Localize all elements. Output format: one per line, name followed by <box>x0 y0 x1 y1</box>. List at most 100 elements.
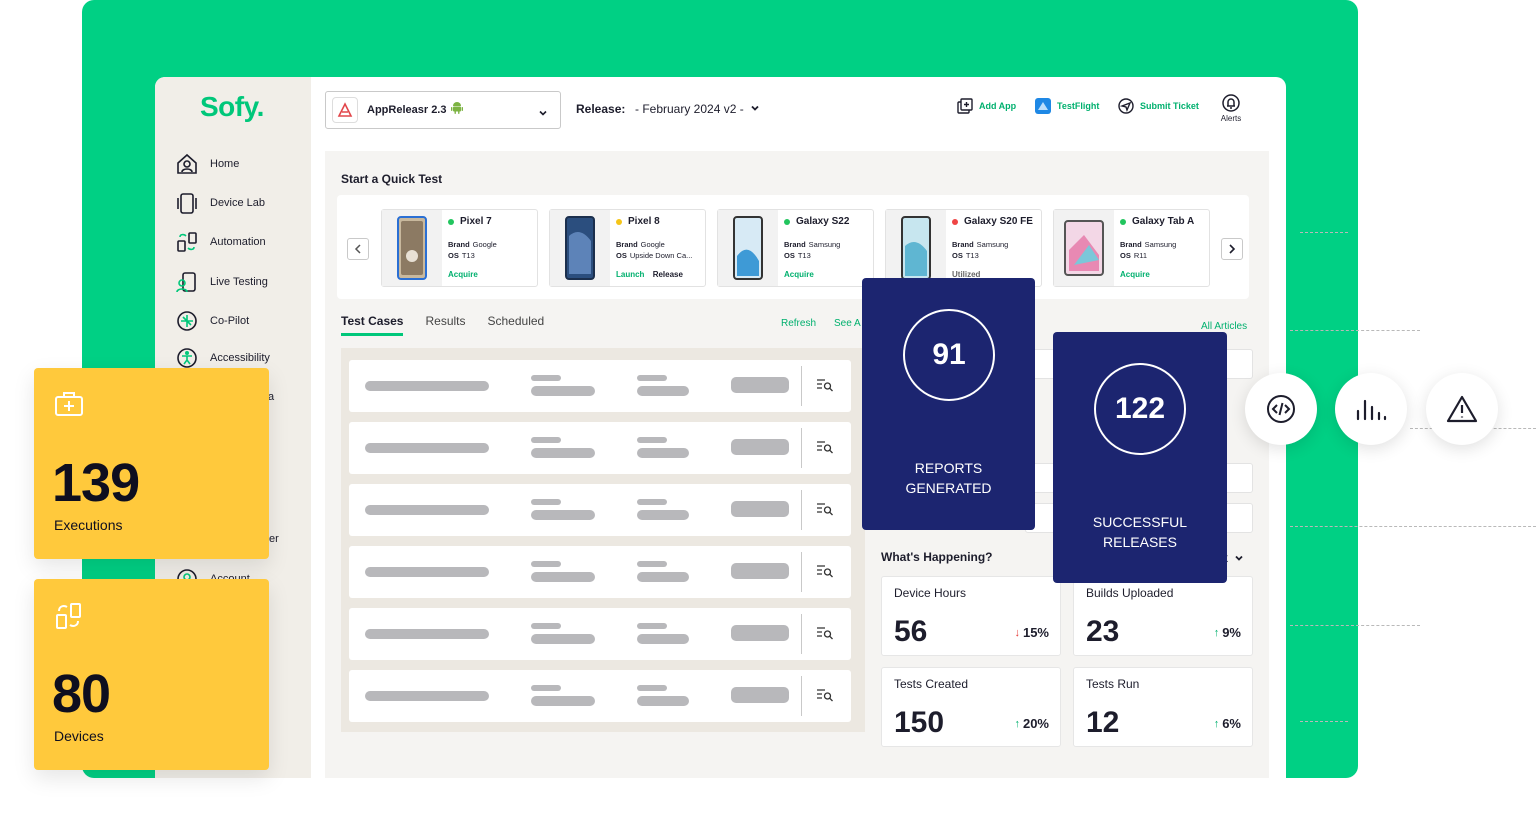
acquire-link[interactable]: Acquire <box>1120 270 1150 279</box>
app-selector-value: AppReleasr 2.3 <box>367 104 447 116</box>
table-row[interactable] <box>349 546 851 598</box>
view-details-icon[interactable] <box>816 502 834 516</box>
all-articles-link[interactable]: All Articles <box>1201 321 1247 332</box>
skeleton-bar <box>531 437 561 443</box>
sidebar-item-label: Home <box>210 158 240 170</box>
code-button[interactable] <box>1245 373 1317 445</box>
carousel-prev-button[interactable] <box>347 238 369 260</box>
view-details-icon[interactable] <box>816 688 834 702</box>
view-details-icon[interactable] <box>816 564 834 578</box>
sidebar-item-home[interactable]: Home <box>175 150 239 178</box>
carousel-next-button[interactable] <box>1221 238 1243 260</box>
add-app-icon <box>957 98 973 114</box>
device-card[interactable]: Pixel 8 Brand Google OS Upside Down Ca... … <box>549 209 706 287</box>
view-details-icon[interactable] <box>816 440 834 454</box>
skeleton-bar <box>531 561 561 567</box>
sidebar-item-device-lab[interactable]: Device Lab <box>175 189 265 217</box>
executions-label: Executions <box>54 517 123 533</box>
see-all-link[interactable]: See A <box>834 318 861 329</box>
skeleton-bar <box>531 572 595 582</box>
device-brand: Samsung <box>1144 240 1177 249</box>
decor-dash-line <box>1290 625 1420 626</box>
metric-change-value: 15% <box>1022 625 1049 640</box>
os-label: OS <box>952 251 963 260</box>
device-os: T13 <box>461 251 475 260</box>
app-selector-dropdown[interactable]: AppReleasr 2.3 <box>325 91 561 129</box>
metric-title: Tests Run <box>1086 677 1140 691</box>
metric-change: ↑ 20% <box>1014 716 1049 731</box>
decor-dash-line <box>1290 330 1420 331</box>
acquire-link[interactable]: Acquire <box>448 270 478 279</box>
analytics-button[interactable] <box>1335 373 1407 445</box>
sidebar-item-partial[interactable]: er <box>269 533 279 545</box>
skeleton-bar <box>637 561 667 567</box>
sidebar-item-label: Automation <box>210 236 266 248</box>
device-card[interactable]: Galaxy S20 FE Brand Samsung OS T13 Utilize… <box>885 209 1042 287</box>
testflight-button[interactable]: TestFlight <box>1035 98 1099 114</box>
sidebar-item-label: Device Lab <box>210 197 266 209</box>
refresh-link[interactable]: Refresh <box>781 318 816 329</box>
release-label: Release: <box>576 102 626 116</box>
skeleton-bar <box>637 448 689 458</box>
table-row[interactable] <box>349 608 851 660</box>
skeleton-bar <box>531 634 595 644</box>
device-card[interactable]: Pixel 7 Brand Google OS T13 Acquire <box>381 209 538 287</box>
skeleton-bar <box>531 623 561 629</box>
sidebar-item-live-testing[interactable]: Live Testing <box>175 268 268 296</box>
sidebar-item-co-pilot[interactable]: Co-Pilot <box>175 307 249 335</box>
table-row[interactable] <box>349 422 851 474</box>
testflight-icon <box>1035 98 1051 114</box>
metric-change-value: 6% <box>1222 716 1241 731</box>
brand-label: Brand <box>616 240 638 249</box>
table-row[interactable] <box>349 360 851 412</box>
tab-test-cases[interactable]: Test Cases <box>341 314 404 336</box>
add-app-label: Add App <box>979 101 1017 111</box>
device-card[interactable]: Galaxy S22 Brand Samsung OS T13 Acquire <box>717 209 874 287</box>
phone-image <box>886 210 946 286</box>
skeleton-bar <box>531 386 595 396</box>
sidebar-item-automation[interactable]: Automation <box>175 228 266 256</box>
sofy-logo[interactable]: Sofy. <box>200 91 264 123</box>
view-details-icon[interactable] <box>816 378 834 392</box>
reports-count: 91 <box>932 338 966 371</box>
tab-results[interactable]: Results <box>425 314 465 336</box>
device-icon <box>175 191 199 215</box>
metric-value: 56 <box>894 615 928 648</box>
alerts-button[interactable]: Alerts <box>1215 94 1247 123</box>
brand-label: Brand <box>1120 240 1142 249</box>
devices-label: Devices <box>54 728 104 744</box>
skeleton-bar <box>637 510 689 520</box>
metric-card-tests-run: Tests Run 12 ↑ 6% <box>1073 667 1253 747</box>
metric-card-tests-created: Tests Created 150 ↑ 20% <box>881 667 1061 747</box>
metric-change: ↓ 15% <box>1014 625 1049 640</box>
metric-card-builds-uploaded: Builds Uploaded 23 ↑ 9% <box>1073 576 1253 656</box>
skeleton-bar <box>731 439 789 455</box>
table-row[interactable] <box>349 484 851 536</box>
device-card[interactable]: Galaxy Tab A Brand Samsung OS R11 Acquire <box>1053 209 1210 287</box>
skeleton-bar <box>365 381 489 391</box>
device-name: Galaxy S22 <box>796 216 850 227</box>
executions-card: 139 Executions <box>34 368 269 559</box>
submit-ticket-button[interactable]: Submit Ticket <box>1118 98 1199 114</box>
acquire-link[interactable]: Acquire <box>784 270 814 279</box>
reports-count-ring: 91 <box>903 309 995 401</box>
releases-count: 122 <box>1114 392 1166 425</box>
release-link[interactable]: Release <box>653 270 683 279</box>
view-details-icon[interactable] <box>816 626 834 640</box>
os-label: OS <box>448 251 459 260</box>
release-selector[interactable]: - February 2024 v2 - <box>635 102 760 116</box>
devices-count: 80 <box>52 664 111 724</box>
add-app-button[interactable]: Add App <box>957 98 1016 114</box>
alerts-label: Alerts <box>1220 114 1242 123</box>
successful-releases-card: 122 SUCCESSFUL RELEASES <box>1053 332 1227 583</box>
status-dot <box>784 218 790 225</box>
live-testing-icon <box>175 270 199 294</box>
reports-label-line1: REPORTS <box>914 460 983 476</box>
metric-change: ↑ 6% <box>1214 716 1241 731</box>
decor-dash-line <box>1290 526 1536 527</box>
warning-button[interactable] <box>1426 373 1498 445</box>
tab-scheduled[interactable]: Scheduled <box>488 314 545 336</box>
table-row[interactable] <box>349 670 851 722</box>
launch-link[interactable]: Launch <box>616 270 644 279</box>
copilot-icon <box>175 309 199 333</box>
